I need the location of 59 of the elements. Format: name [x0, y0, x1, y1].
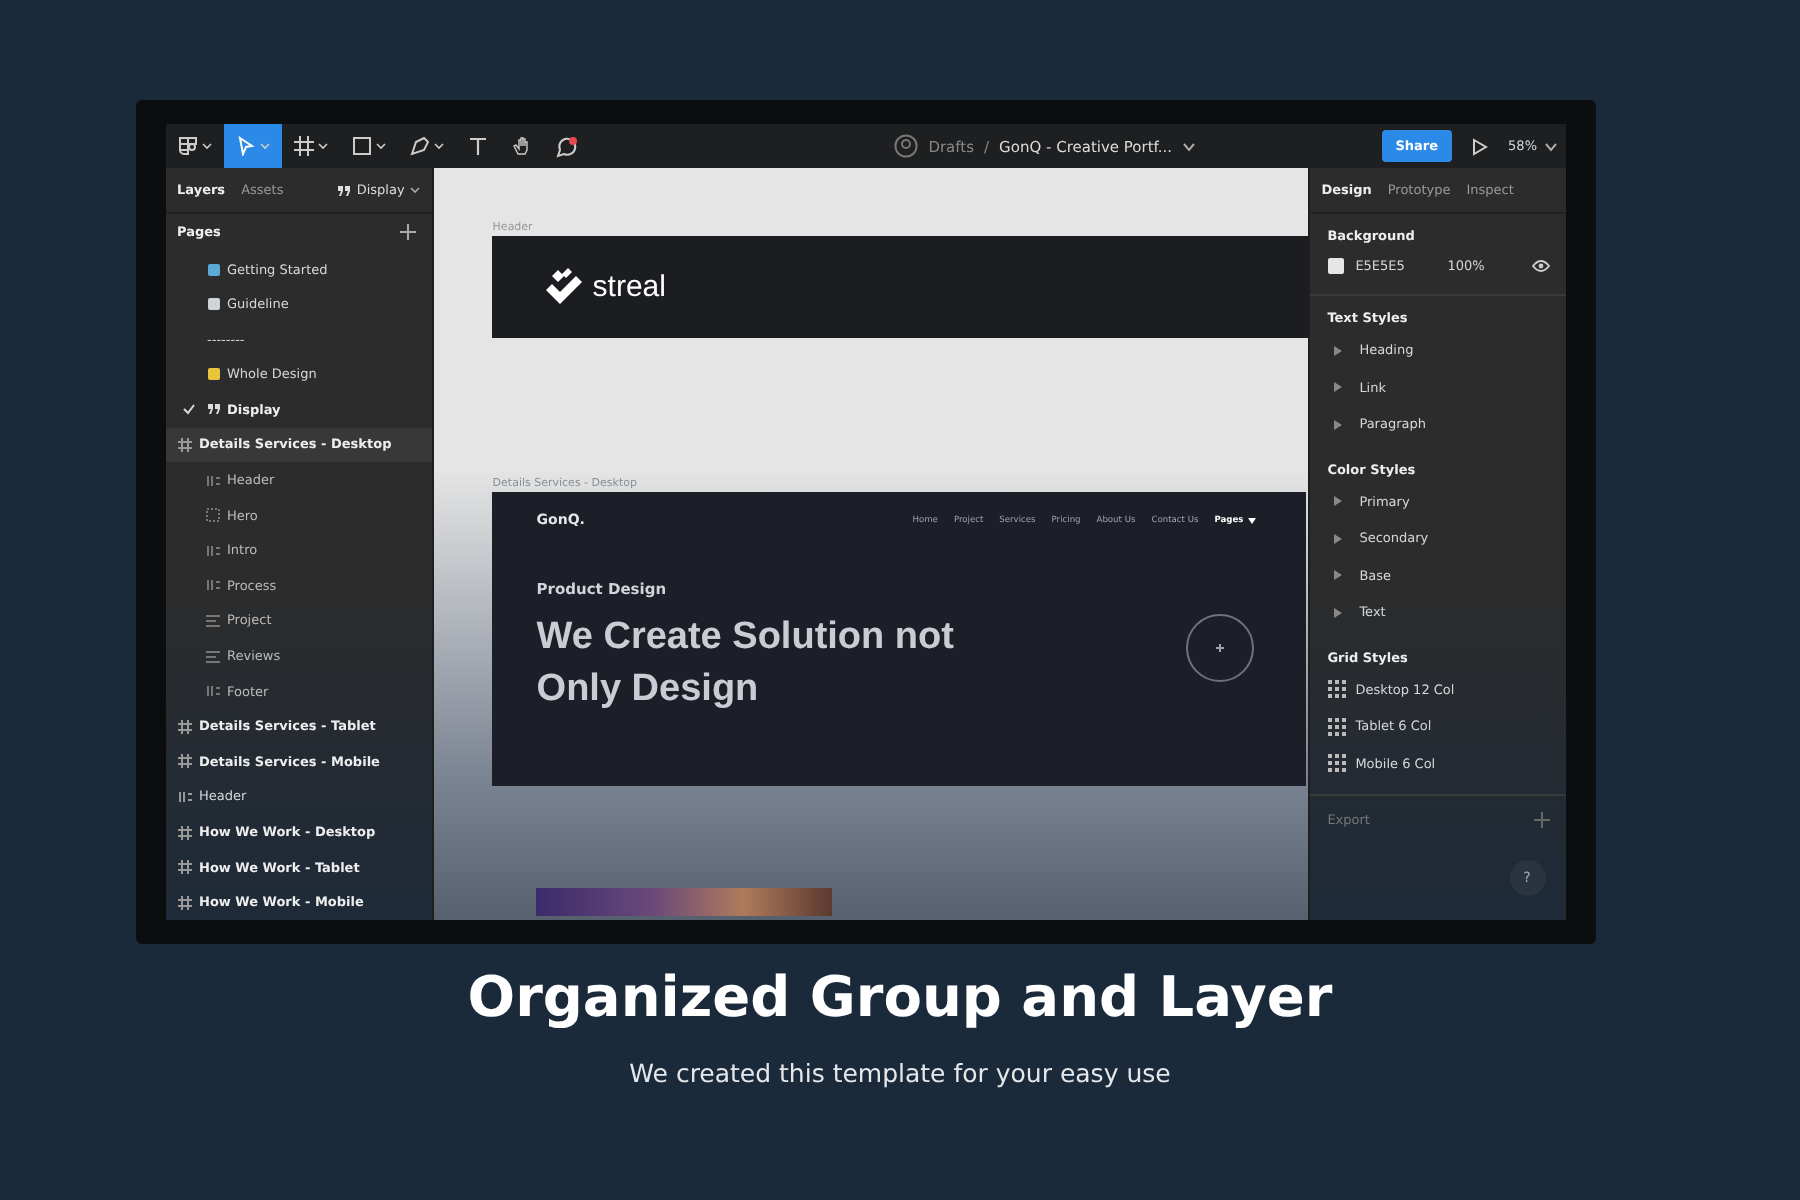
hand-icon [511, 136, 531, 156]
frame-icon [177, 719, 191, 734]
caret-icon[interactable] [1543, 141, 1557, 151]
logo-icon [542, 265, 587, 309]
caret-icon[interactable] [1182, 141, 1197, 151]
expand-arrow-icon [1333, 533, 1342, 544]
text-tool-icon [467, 136, 487, 156]
expand-arrow-icon [1333, 496, 1342, 507]
cursor-icon [235, 136, 255, 156]
frame-icon [177, 437, 191, 452]
pen-icon [409, 136, 429, 156]
grid-icon [1327, 680, 1346, 699]
frame-icon [177, 754, 191, 769]
lines-icon [205, 613, 219, 628]
group-icon [205, 508, 219, 523]
rectangle-icon [351, 136, 371, 156]
check-icon [181, 402, 195, 417]
plus-icon[interactable] [1533, 812, 1549, 828]
component-icon [205, 543, 219, 558]
hero-headline: We Create Solution not Only Design [536, 614, 956, 714]
frame-icon [177, 860, 191, 875]
eye-icon[interactable] [1531, 260, 1549, 272]
component-icon [205, 578, 219, 593]
figma-menu-icon [177, 136, 197, 156]
play-icon[interactable] [1472, 137, 1489, 155]
caret-icon [1247, 517, 1256, 523]
expand-arrow-icon [1333, 382, 1342, 393]
component-icon [205, 473, 219, 488]
frame-icon [177, 825, 191, 840]
logo-text: streal [592, 270, 666, 304]
caret-icon [410, 186, 421, 194]
expand-arrow-icon [1333, 607, 1342, 618]
expand-arrow-icon [1333, 570, 1342, 581]
caret-icon [201, 142, 211, 150]
headline: Organized Group and Layer [467, 964, 1333, 1030]
grid-icon [1327, 754, 1346, 773]
quote-icon [338, 185, 351, 195]
frame-icon [293, 136, 313, 156]
component-icon [177, 789, 191, 804]
expand-arrow-icon [1333, 419, 1342, 430]
color-swatch[interactable] [1327, 258, 1344, 274]
avatar-icon [894, 134, 919, 158]
grid-icon [1327, 717, 1346, 736]
caret-icon [375, 142, 385, 150]
lines-icon [205, 649, 219, 664]
subtitle: We created this template for your easy use [629, 1058, 1171, 1088]
caret-icon [317, 142, 327, 150]
caret-icon [259, 142, 269, 150]
frame-icon [177, 895, 191, 910]
page-icon [207, 368, 219, 381]
comment-icon [555, 135, 577, 157]
expand-arrow-icon [1333, 345, 1342, 356]
quote-icon [207, 404, 219, 415]
plus-icon[interactable] [400, 224, 417, 241]
component-icon [205, 684, 219, 699]
page-icon [207, 263, 219, 276]
caret-icon [433, 142, 443, 150]
plus-circle-icon[interactable] [1183, 611, 1256, 684]
page-icon [207, 298, 219, 311]
